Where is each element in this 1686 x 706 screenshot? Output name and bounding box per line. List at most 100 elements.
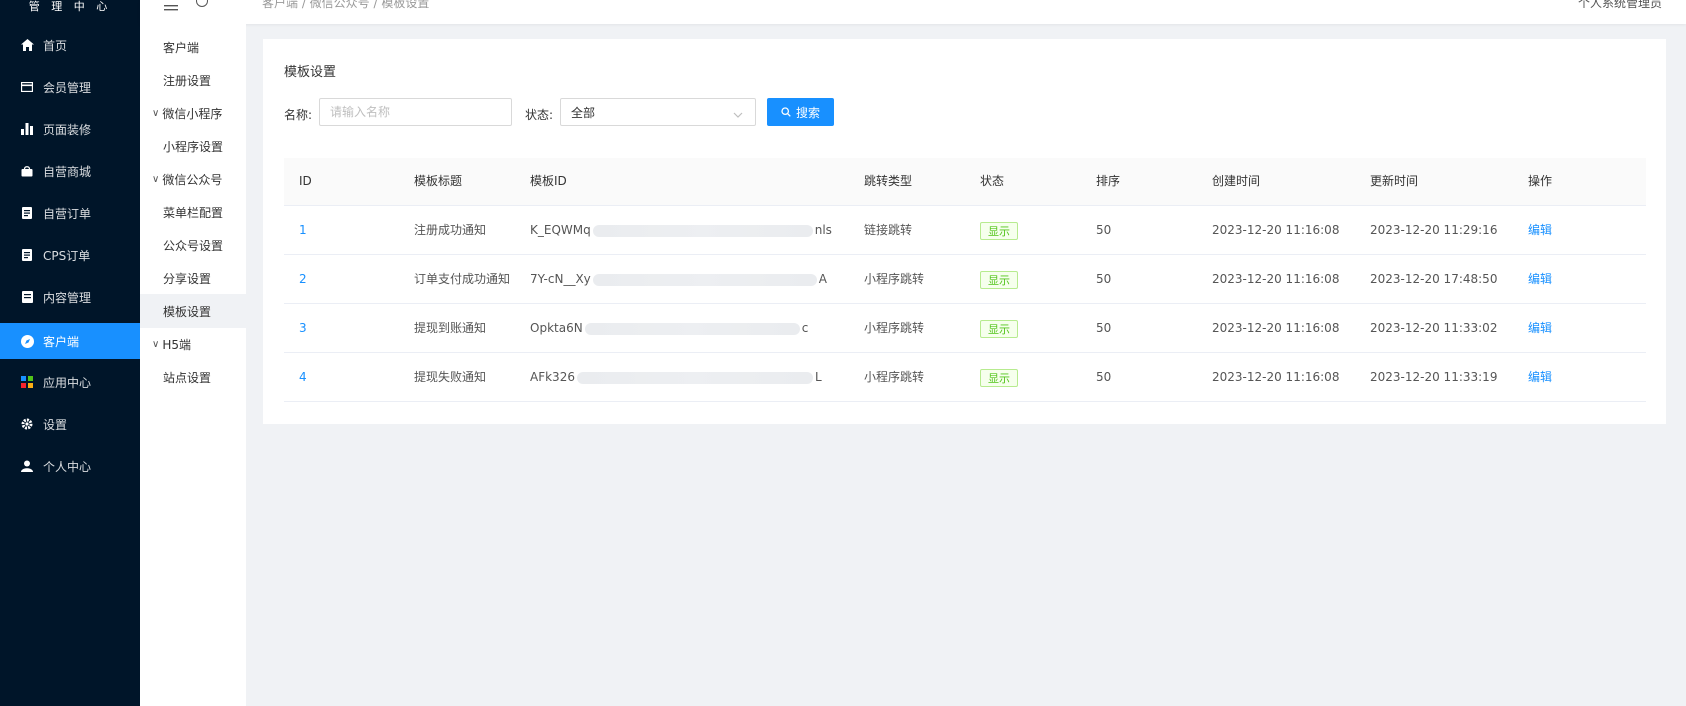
submenu-item-client[interactable]: 客户端 <box>140 30 246 64</box>
column-header: 创建时间 <box>1212 174 1261 188</box>
cell-jump-type: 链接跳转 <box>864 223 913 237</box>
search-icon <box>781 107 791 117</box>
column-header: 模板ID <box>530 174 567 188</box>
nav-item-app-center[interactable]: 应用中心 <box>0 364 140 400</box>
cell-sort: 50 <box>1096 321 1112 335</box>
status-select-value: 全部 <box>571 105 596 120</box>
cell-jump-type: 小程序跳转 <box>864 272 925 286</box>
refresh-icon[interactable] <box>196 0 208 7</box>
gear-icon <box>20 417 34 431</box>
submenu-label: 分享设置 <box>163 271 212 286</box>
nav-label: 会员管理 <box>43 80 92 95</box>
redaction-blur <box>592 224 813 237</box>
nav-item-profile[interactable]: 个人中心 <box>0 448 140 484</box>
submenu-item-template-settings[interactable]: 模板设置 <box>140 294 246 328</box>
document-icon <box>20 206 34 220</box>
name-search-input[interactable] <box>319 98 512 126</box>
submenu-label: 注册设置 <box>163 73 212 88</box>
status-badge: 显示 <box>980 368 1018 387</box>
cell-status: 显示 <box>980 255 1018 303</box>
nav-label: CPS订单 <box>43 248 91 263</box>
nav-label: 设置 <box>43 417 68 432</box>
nav-label: 自营订单 <box>43 206 92 221</box>
nav-label: 内容管理 <box>43 290 92 305</box>
cell-updated: 2023-12-20 17:48:50 <box>1370 272 1498 286</box>
edit-link[interactable]: 编辑 <box>1528 255 1552 303</box>
search-button[interactable]: 搜索 <box>767 98 834 126</box>
submenu-item-menu-config[interactable]: 菜单栏配置 <box>140 195 246 229</box>
submenu-label: 公众号设置 <box>163 238 224 253</box>
nav-label: 自营商城 <box>43 164 92 179</box>
cell-title: 提现到账通知 <box>414 321 487 335</box>
cell-sort: 50 <box>1096 223 1112 237</box>
submenu-label: 菜单栏配置 <box>163 205 224 220</box>
column-header: 模板标题 <box>414 174 463 188</box>
cell-sort: 50 <box>1096 272 1112 286</box>
nav-item-home[interactable]: 首页 <box>0 27 140 63</box>
cell-jump-type: 小程序跳转 <box>864 370 925 384</box>
user-icon <box>20 459 34 473</box>
cell-created: 2023-12-20 11:16:08 <box>1212 370 1340 384</box>
submenu-group-official-account[interactable]: ∨ 微信公众号 <box>140 162 246 196</box>
cell-template-id: AFk326 L <box>530 370 822 384</box>
submenu-label: 小程序设置 <box>163 139 224 154</box>
submenu-label: 客户端 <box>163 40 200 55</box>
user-menu[interactable]: 个人系统管理员 <box>1578 0 1662 11</box>
nav-label: 首页 <box>43 38 68 53</box>
chevron-down-icon: ∨ <box>152 107 160 119</box>
cell-sort: 50 <box>1096 370 1112 384</box>
submenu-item-account-settings[interactable]: 公众号设置 <box>140 228 246 262</box>
cell-title: 订单支付成功通知 <box>414 272 511 286</box>
submenu-item-register-settings[interactable]: 注册设置 <box>140 63 246 97</box>
submenu-item-share-settings[interactable]: 分享设置 <box>140 261 246 295</box>
redaction-blur <box>592 273 817 286</box>
shopping-bag-icon <box>20 164 34 178</box>
cell-created: 2023-12-20 11:16:08 <box>1212 272 1340 286</box>
apps-icon <box>20 375 34 389</box>
nav-item-client[interactable]: 客户端 <box>0 323 140 359</box>
nav-item-orders[interactable]: 自营订单 <box>0 195 140 231</box>
submenu-item-mini-program-settings[interactable]: 小程序设置 <box>140 129 246 163</box>
edit-link[interactable]: 编辑 <box>1528 304 1552 352</box>
submenu-group-mini-program[interactable]: ∨ 微信小程序 <box>140 96 246 130</box>
chevron-down-icon <box>733 107 743 121</box>
chevron-down-icon: ∨ <box>152 173 160 185</box>
status-badge: 显示 <box>980 319 1018 338</box>
submenu-group-h5[interactable]: ∨ H5端 <box>140 327 246 361</box>
home-icon <box>20 38 34 52</box>
nav-item-mall[interactable]: 自营商城 <box>0 153 140 189</box>
nav-label: 应用中心 <box>43 375 92 390</box>
document-icon <box>20 248 34 262</box>
secondary-menu: 客户端 注册设置 ∨ 微信小程序 小程序设置 ∨ 微信公众号 菜单栏配置 公众号设置… <box>140 24 246 706</box>
menu-toggle-icon[interactable] <box>164 0 178 11</box>
main-sidebar: 管 理 中 心 首页 会员管理 页面装修 自营商城 自营订单 CPS订单 内容管… <box>0 0 140 706</box>
cell-template-id: 7Y-cN__Xy A <box>530 272 827 286</box>
submenu-label: 微信公众号 <box>162 172 223 187</box>
edit-link[interactable]: 编辑 <box>1528 206 1552 254</box>
nav-item-page-decor[interactable]: 页面装修 <box>0 111 140 147</box>
submenu-item-site-settings[interactable]: 站点设置 <box>140 360 246 394</box>
status-select[interactable]: 全部 <box>560 98 756 126</box>
card-icon <box>20 80 34 94</box>
nav-item-members[interactable]: 会员管理 <box>0 69 140 105</box>
cell-updated: 2023-12-20 11:33:02 <box>1370 321 1498 335</box>
list-box-icon <box>20 290 34 304</box>
cell-template-id: K_EQWMq nls <box>530 223 832 237</box>
column-header: 操作 <box>1528 174 1553 188</box>
nav-item-cps-orders[interactable]: CPS订单 <box>0 237 140 273</box>
compass-icon <box>20 334 34 348</box>
cell-id: 2 <box>299 272 307 286</box>
cell-title: 提现失败通知 <box>414 370 487 384</box>
table-header: ID 模板标题 模板ID 跳转类型 状态 排序 创建时间 更新时间 操作 <box>284 158 1646 206</box>
edit-link[interactable]: 编辑 <box>1528 353 1552 401</box>
nav-label: 个人中心 <box>43 459 92 474</box>
content-card: 模板设置 名称: 状态: 全部 搜索 ID 模板标题 模板ID 跳转类型 状态 … <box>263 39 1666 424</box>
brand-title: 管 理 中 心 <box>28 0 112 13</box>
template-table: ID 模板标题 模板ID 跳转类型 状态 排序 创建时间 更新时间 操作 1 注… <box>284 158 1646 402</box>
table-row: 2 订单支付成功通知 7Y-cN__Xy A 小程序跳转 显示 50 2023-1… <box>284 255 1646 304</box>
nav-label: 页面装修 <box>43 122 92 137</box>
table-row: 1 注册成功通知 K_EQWMq nls 链接跳转 显示 50 2023-12-2… <box>284 206 1646 255</box>
column-header: ID <box>299 174 312 188</box>
nav-item-settings[interactable]: 设置 <box>0 406 140 442</box>
nav-item-content[interactable]: 内容管理 <box>0 279 140 315</box>
